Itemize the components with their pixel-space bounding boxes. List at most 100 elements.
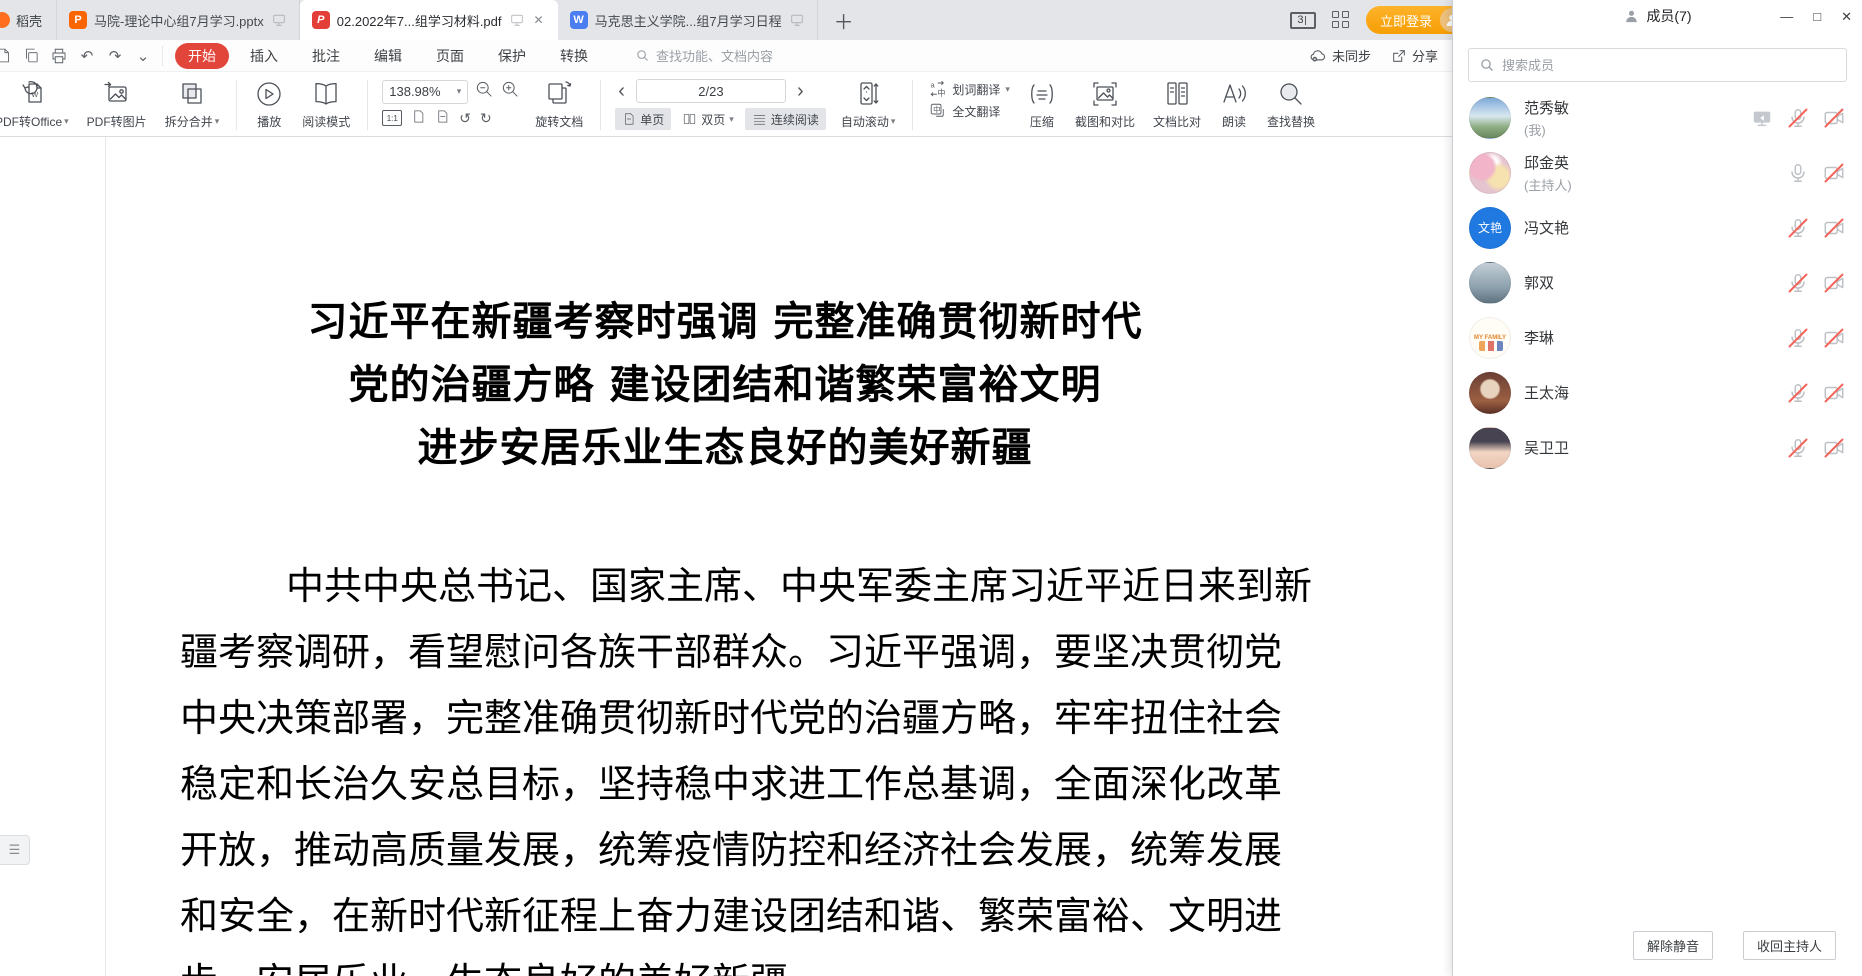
member-row[interactable]: 邱金英 (主持人): [1453, 145, 1862, 200]
annotation-panel-toggle[interactable]: ☰: [0, 835, 30, 865]
zoom-out-button[interactable]: [474, 79, 494, 104]
camera-muted-icon[interactable]: [1822, 271, 1846, 295]
login-label: 立即登录: [1380, 11, 1432, 30]
member-row[interactable]: 文艳 冯文艳: [1453, 200, 1862, 255]
member-row[interactable]: 郭双: [1453, 255, 1862, 310]
previous-page-button[interactable]: ‹: [615, 81, 628, 101]
menu-tab-insert[interactable]: 插入: [237, 43, 291, 69]
menu-tab-home[interactable]: 开始: [175, 43, 229, 69]
pdf-to-image-button[interactable]: PDF转图片: [78, 76, 156, 134]
tab-pdf-active[interactable]: P 02.2022年7...组学习材料.pdf ✕: [300, 0, 558, 40]
rotate-left-icon[interactable]: ↺: [459, 110, 471, 127]
redo-icon[interactable]: ↷: [106, 47, 124, 65]
double-page-icon: [682, 112, 697, 126]
window-count-button[interactable]: 3: [1290, 12, 1316, 29]
split-merge-button[interactable]: 拆分合并▾: [156, 76, 229, 134]
page-indicator[interactable]: 2/23: [636, 79, 786, 103]
menu-tab-page[interactable]: 页面: [423, 43, 477, 69]
wps-window: 稻壳 P 马院-理论中心组7月学习.pptx P 02.2022年7...组学习…: [0, 0, 1452, 976]
command-search-placeholder: 查找功能、文档内容: [656, 46, 773, 65]
more-commands-icon[interactable]: ⌄: [134, 47, 152, 65]
full-translate-button[interactable]: 中 全文翻译: [929, 102, 1010, 120]
camera-muted-icon[interactable]: [1822, 381, 1846, 405]
close-button[interactable]: ✕: [1841, 10, 1852, 23]
camera-muted-icon[interactable]: [1822, 216, 1846, 240]
continuous-read-mode-button[interactable]: 连续阅读: [745, 108, 826, 130]
share-button[interactable]: 分享: [1391, 46, 1438, 65]
word-translate-button[interactable]: a中 划词翻译▾: [929, 80, 1010, 98]
menu-tab-comment[interactable]: 批注: [299, 43, 353, 69]
mic-on-icon[interactable]: [1786, 161, 1810, 185]
minimize-button[interactable]: —: [1780, 10, 1793, 23]
document-body: 中共中央总书记、国家主席、中央军委主席习近平近日来到新 疆考察调研，看望慰问各族…: [180, 553, 1270, 976]
member-row[interactable]: 范秀敏 (我): [1453, 90, 1862, 145]
mic-muted-icon[interactable]: [1786, 216, 1810, 240]
menu-tab-convert[interactable]: 转换: [547, 43, 601, 69]
mic-muted-icon[interactable]: [1786, 381, 1810, 405]
document-viewport[interactable]: 习近平在新疆考察时强调 完整准确贯彻新时代 党的治疆方略 建设团结和谐繁荣富裕文…: [0, 137, 1452, 976]
login-button[interactable]: 立即登录: [1366, 6, 1452, 34]
doc-compare-icon: [1162, 78, 1192, 110]
unmute-button[interactable]: 解除静音: [1633, 931, 1713, 960]
maximize-button[interactable]: □: [1813, 10, 1821, 23]
camera-muted-icon[interactable]: [1822, 436, 1846, 460]
copy-icon[interactable]: [22, 47, 40, 65]
doc-compare-button[interactable]: 文档比对: [1144, 76, 1210, 134]
camera-muted-icon[interactable]: [1822, 326, 1846, 350]
fit-width-button[interactable]: [435, 109, 450, 127]
member-search-box[interactable]: [1468, 48, 1847, 82]
read-aloud-button[interactable]: 朗读: [1210, 76, 1258, 134]
members-panel-header: 成员(7) — □ ✕: [1453, 0, 1862, 32]
home-tab-label: 稻壳: [16, 11, 42, 30]
member-row[interactable]: 吴卫卫: [1453, 420, 1862, 475]
member-row[interactable]: MY FAMILY 李琳: [1453, 310, 1862, 365]
menu-tab-edit[interactable]: 编辑: [361, 43, 415, 69]
close-tab-icon[interactable]: ✕: [532, 13, 546, 27]
zoom-in-button[interactable]: [500, 79, 520, 104]
mic-muted-icon[interactable]: [1786, 271, 1810, 295]
member-name: 范秀敏: [1524, 97, 1569, 118]
member-search-input[interactable]: [1502, 58, 1836, 73]
single-page-mode-button[interactable]: 单页: [615, 108, 671, 130]
tab-pptx[interactable]: P 马院-理论中心组7月学习.pptx: [57, 0, 300, 40]
play-button[interactable]: 播放: [245, 76, 293, 134]
rotate-document-button[interactable]: 旋转文档: [526, 76, 592, 134]
rotate-right-icon[interactable]: ↻: [480, 110, 492, 127]
fit-page-button[interactable]: [411, 109, 426, 127]
member-row[interactable]: 王太海: [1453, 365, 1862, 420]
read-mode-button[interactable]: 阅读模式: [293, 76, 359, 134]
next-page-button[interactable]: ›: [794, 81, 807, 101]
command-search[interactable]: 查找功能、文档内容: [635, 46, 773, 65]
member-name: 王太海: [1524, 382, 1569, 403]
screen: 稻壳 P 马院-理论中心组7月学习.pptx P 02.2022年7...组学习…: [0, 0, 1862, 976]
sync-status[interactable]: 未同步: [1308, 46, 1371, 65]
document-title-line: 进步安居乐业生态良好的美好新疆: [180, 416, 1270, 479]
find-replace-button[interactable]: 查找替换: [1258, 76, 1324, 134]
pdf-to-office-button[interactable]: W PDF转Office▾: [0, 76, 78, 134]
auto-scroll-button[interactable]: 自动滚动▾: [832, 76, 905, 134]
double-page-mode-button[interactable]: 双页▾: [675, 108, 741, 130]
mic-muted-icon[interactable]: [1786, 436, 1810, 460]
pdf-to-office-icon: W: [17, 78, 47, 110]
mic-muted-icon[interactable]: [1786, 106, 1810, 130]
print-icon[interactable]: [50, 47, 68, 65]
screen-share-icon[interactable]: [1750, 106, 1774, 130]
svg-text:a: a: [931, 81, 936, 90]
zoom-level-select[interactable]: 138.98% ▾: [382, 80, 468, 104]
compress-button[interactable]: 压缩: [1018, 76, 1066, 134]
camera-muted-icon[interactable]: [1822, 106, 1846, 130]
tab-word[interactable]: W 马克思主义学院...组7月学习日程: [558, 0, 818, 40]
menu-tab-protect[interactable]: 保护: [485, 43, 539, 69]
camera-muted-icon[interactable]: [1822, 161, 1846, 185]
mic-muted-icon[interactable]: [1786, 326, 1810, 350]
full-translate-icon: 中: [929, 102, 947, 120]
new-tab-button[interactable]: ＋: [818, 0, 870, 40]
actual-size-button[interactable]: 1:1: [382, 110, 402, 126]
apps-grid-icon[interactable]: [1332, 11, 1350, 29]
undo-icon[interactable]: ↶: [78, 47, 96, 65]
screenshot-compare-button[interactable]: 截图和对比: [1066, 76, 1144, 134]
revoke-host-button[interactable]: 收回主持人: [1743, 931, 1836, 960]
export-icon[interactable]: [0, 47, 12, 65]
body-line: 稳定和长治久安总目标，坚持稳中求进工作总基调，全面深化改革: [180, 751, 1270, 817]
home-tab-docer[interactable]: 稻壳: [0, 0, 57, 40]
